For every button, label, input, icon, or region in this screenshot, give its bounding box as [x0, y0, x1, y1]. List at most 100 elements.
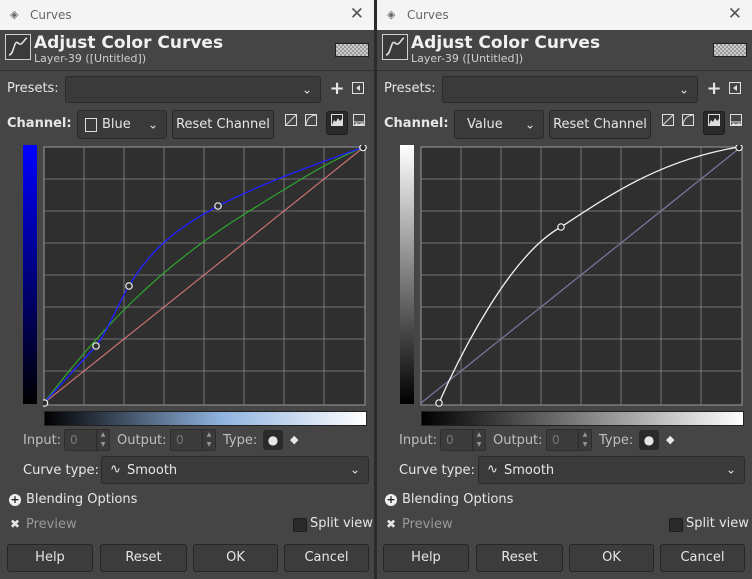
input-label: Input: [23, 433, 62, 448]
split-view-label[interactable]: Split view [686, 516, 749, 531]
title-bar: ◈ Curves ✕ [377, 0, 752, 30]
histogram-alt-icon[interactable] [348, 112, 370, 136]
curve-type-combo[interactable]: ∿ Smooth ⌄ [101, 456, 369, 484]
output-value: 0 [552, 433, 560, 447]
curves-graph[interactable] [43, 145, 368, 407]
curve-point[interactable] [214, 202, 222, 210]
curve-point[interactable] [43, 399, 49, 407]
preview-checkbox-icon[interactable]: ✖ [10, 517, 20, 531]
title-bar: ◈ Curves ✕ [0, 0, 374, 30]
spinner-arrows-icon[interactable]: ▲ ▼ [96, 430, 109, 450]
split-view-checkbox[interactable] [669, 518, 683, 532]
spinner-arrows-icon[interactable]: ▲ ▼ [578, 430, 591, 450]
reset-button[interactable]: Reset [476, 544, 563, 572]
type-label: Type: [599, 433, 634, 448]
presets-label: Presets: [384, 81, 436, 96]
histogram-view-icon[interactable] [326, 111, 348, 135]
gimp-logo-icon: ◈ [387, 8, 396, 21]
histogram-alt-icon[interactable] [725, 112, 747, 136]
curve-point[interactable] [125, 282, 133, 290]
preset-menu-icon[interactable] [348, 79, 368, 99]
add-preset-icon[interactable]: + [327, 79, 347, 99]
layer-label: Layer-39 ([Untitled]) [411, 52, 524, 65]
channel-combo[interactable]: Value ⌄ [454, 110, 544, 139]
presets-combo[interactable]: ⌄ [442, 76, 698, 103]
type-label: Type: [223, 433, 258, 448]
log-histogram-icon[interactable] [677, 112, 699, 136]
header-separator [0, 70, 374, 71]
reset-channel-button[interactable]: Reset Channel [549, 110, 651, 139]
output-value: 0 [176, 433, 184, 447]
channel-gradient-vertical [23, 145, 37, 404]
preview-checkbox-icon[interactable]: ✖ [386, 517, 396, 531]
curve-point[interactable] [92, 342, 100, 350]
curve-type-combo[interactable]: ∿ Smooth ⌄ [478, 456, 745, 484]
curves-dialog-left: ◈ Curves ✕ Adjust Color Curves Layer-39 … [0, 0, 374, 579]
help-button[interactable]: Help [383, 544, 469, 572]
output-spinner[interactable]: 0 ▲ ▼ [170, 429, 216, 451]
curve-point[interactable] [435, 399, 443, 407]
curve-point[interactable] [735, 145, 743, 152]
output-label: Output: [117, 433, 167, 448]
channel-value: Blue [102, 117, 131, 132]
ok-button[interactable]: OK [569, 544, 654, 572]
corner-point-icon[interactable]: ◆ [290, 433, 298, 446]
chevron-down-icon: ⌄ [678, 81, 689, 96]
ok-button[interactable]: OK [193, 544, 278, 572]
log-histogram-icon[interactable] [300, 112, 322, 136]
close-icon[interactable]: ✕ [728, 4, 742, 24]
split-view-checkbox[interactable] [293, 518, 307, 532]
presets-combo[interactable]: ⌄ [65, 76, 321, 103]
chevron-down-icon: ⌄ [524, 116, 535, 131]
curve-type-label: Curve type: [23, 463, 99, 478]
close-icon[interactable]: ✕ [350, 4, 364, 24]
input-spinner[interactable]: 0 ▲ ▼ [64, 429, 110, 451]
smooth-point-icon[interactable]: ● [639, 430, 659, 450]
curve-point[interactable] [359, 145, 367, 152]
chevron-down-icon: ⌄ [349, 462, 360, 477]
split-view-label[interactable]: Split view [310, 516, 373, 531]
histogram-view-icon[interactable] [703, 111, 725, 135]
reset-channel-button[interactable]: Reset Channel [172, 110, 274, 139]
curves-graph[interactable] [420, 145, 745, 407]
curve-type-value: Smooth [127, 463, 178, 478]
layer-thumbnail [335, 43, 369, 57]
expand-icon[interactable]: + [9, 494, 21, 506]
add-preset-icon[interactable]: + [704, 79, 724, 99]
chevron-down-icon: ⌄ [301, 81, 312, 96]
channel-gradient-vertical [400, 145, 414, 404]
blending-options-label[interactable]: Blending Options [402, 492, 513, 507]
smooth-point-icon[interactable]: ● [263, 430, 283, 450]
cancel-button[interactable]: Cancel [284, 544, 369, 572]
layer-thumbnail [713, 43, 747, 57]
input-label: Input: [399, 433, 438, 448]
channel-gradient-horizontal [421, 411, 744, 426]
input-spinner[interactable]: 0 ▲ ▼ [440, 429, 486, 451]
reset-button[interactable]: Reset [100, 544, 187, 572]
curve-point[interactable] [557, 223, 565, 231]
curve-type-value: Smooth [504, 463, 555, 478]
linear-histogram-icon[interactable] [280, 112, 302, 136]
help-button[interactable]: Help [7, 544, 93, 572]
curves-tool-icon [382, 34, 408, 60]
output-spinner[interactable]: 0 ▲ ▼ [546, 429, 592, 451]
curves-dialog-right: ◈ Curves ✕ Adjust Color Curves Layer-39 … [377, 0, 752, 579]
linear-histogram-icon[interactable] [657, 112, 679, 136]
spinner-arrows-icon[interactable]: ▲ ▼ [472, 430, 485, 450]
channel-value: Value [467, 117, 503, 132]
channel-combo[interactable]: Blue ⌄ [77, 110, 167, 139]
preview-label[interactable]: Preview [26, 517, 77, 532]
preset-menu-icon[interactable] [725, 79, 745, 99]
window-title: Curves [30, 8, 72, 22]
dialog-title: Adjust Color Curves [34, 33, 224, 53]
blending-options-label[interactable]: Blending Options [26, 492, 137, 507]
spinner-arrows-icon[interactable]: ▲ ▼ [202, 430, 215, 450]
preview-label[interactable]: Preview [402, 517, 453, 532]
corner-point-icon[interactable]: ◆ [666, 433, 674, 446]
input-value: 0 [446, 433, 454, 447]
input-value: 0 [70, 433, 78, 447]
cancel-button[interactable]: Cancel [660, 544, 745, 572]
chevron-down-icon: ⌄ [725, 462, 736, 477]
expand-icon[interactable]: + [385, 494, 397, 506]
layer-label: Layer-39 ([Untitled]) [34, 52, 147, 65]
